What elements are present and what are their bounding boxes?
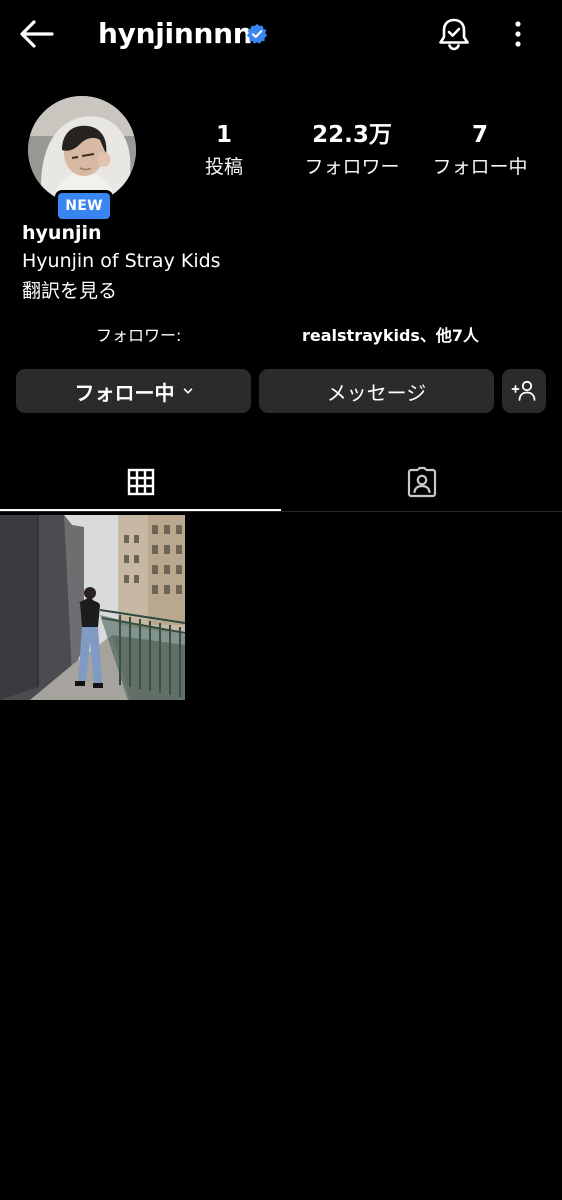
grid-icon xyxy=(127,468,154,496)
post-thumbnail[interactable] xyxy=(0,515,185,700)
followed-by-prefix[interactable]: フォロワー: xyxy=(96,324,181,348)
verified-badge-icon xyxy=(246,23,268,45)
stat-following[interactable]: 7 フォロー中 xyxy=(420,118,540,182)
arrow-left-icon xyxy=(20,20,54,48)
message-button-label: メッセージ xyxy=(326,380,427,405)
profile-username: hynjinnnn xyxy=(98,17,253,50)
more-options-button[interactable] xyxy=(502,14,534,54)
followers-label: フォロワー xyxy=(304,156,400,178)
message-button[interactable]: メッセージ xyxy=(259,369,494,413)
posts-label: 投稿 xyxy=(204,156,243,178)
back-button[interactable] xyxy=(14,14,58,54)
notifications-button[interactable] xyxy=(434,14,474,54)
following-button[interactable]: フォロー中 xyxy=(16,369,251,413)
tab-divider xyxy=(0,511,562,512)
following-label: フォロー中 xyxy=(432,156,528,178)
followers-count: 22.3万 xyxy=(312,122,392,148)
following-count: 7 xyxy=(471,122,488,148)
stat-followers[interactable]: 22.3万 フォロワー xyxy=(288,118,416,182)
following-button-label: フォロー中 xyxy=(74,380,175,405)
tab-tagged[interactable] xyxy=(281,454,562,510)
bell-check-icon xyxy=(439,18,469,51)
add-person-icon xyxy=(511,380,536,401)
suggested-accounts-button[interactable] xyxy=(502,369,546,413)
see-translation-link[interactable]: 翻訳を見る xyxy=(22,278,117,304)
chevron-down-icon xyxy=(183,388,192,394)
posts-count: 1 xyxy=(215,122,232,148)
tagged-person-icon xyxy=(407,466,436,498)
display-name: hyunjin xyxy=(22,222,102,244)
stat-posts[interactable]: 1 投稿 xyxy=(184,118,264,182)
more-vertical-icon xyxy=(515,21,521,47)
new-badge: NEW xyxy=(55,190,113,222)
profile-avatar[interactable] xyxy=(28,96,136,204)
tab-posts-grid[interactable] xyxy=(0,454,281,510)
bio-text: Hyunjin of Stray Kids xyxy=(22,250,221,272)
followed-by-accounts[interactable]: realstraykids、他7人 xyxy=(302,324,479,348)
